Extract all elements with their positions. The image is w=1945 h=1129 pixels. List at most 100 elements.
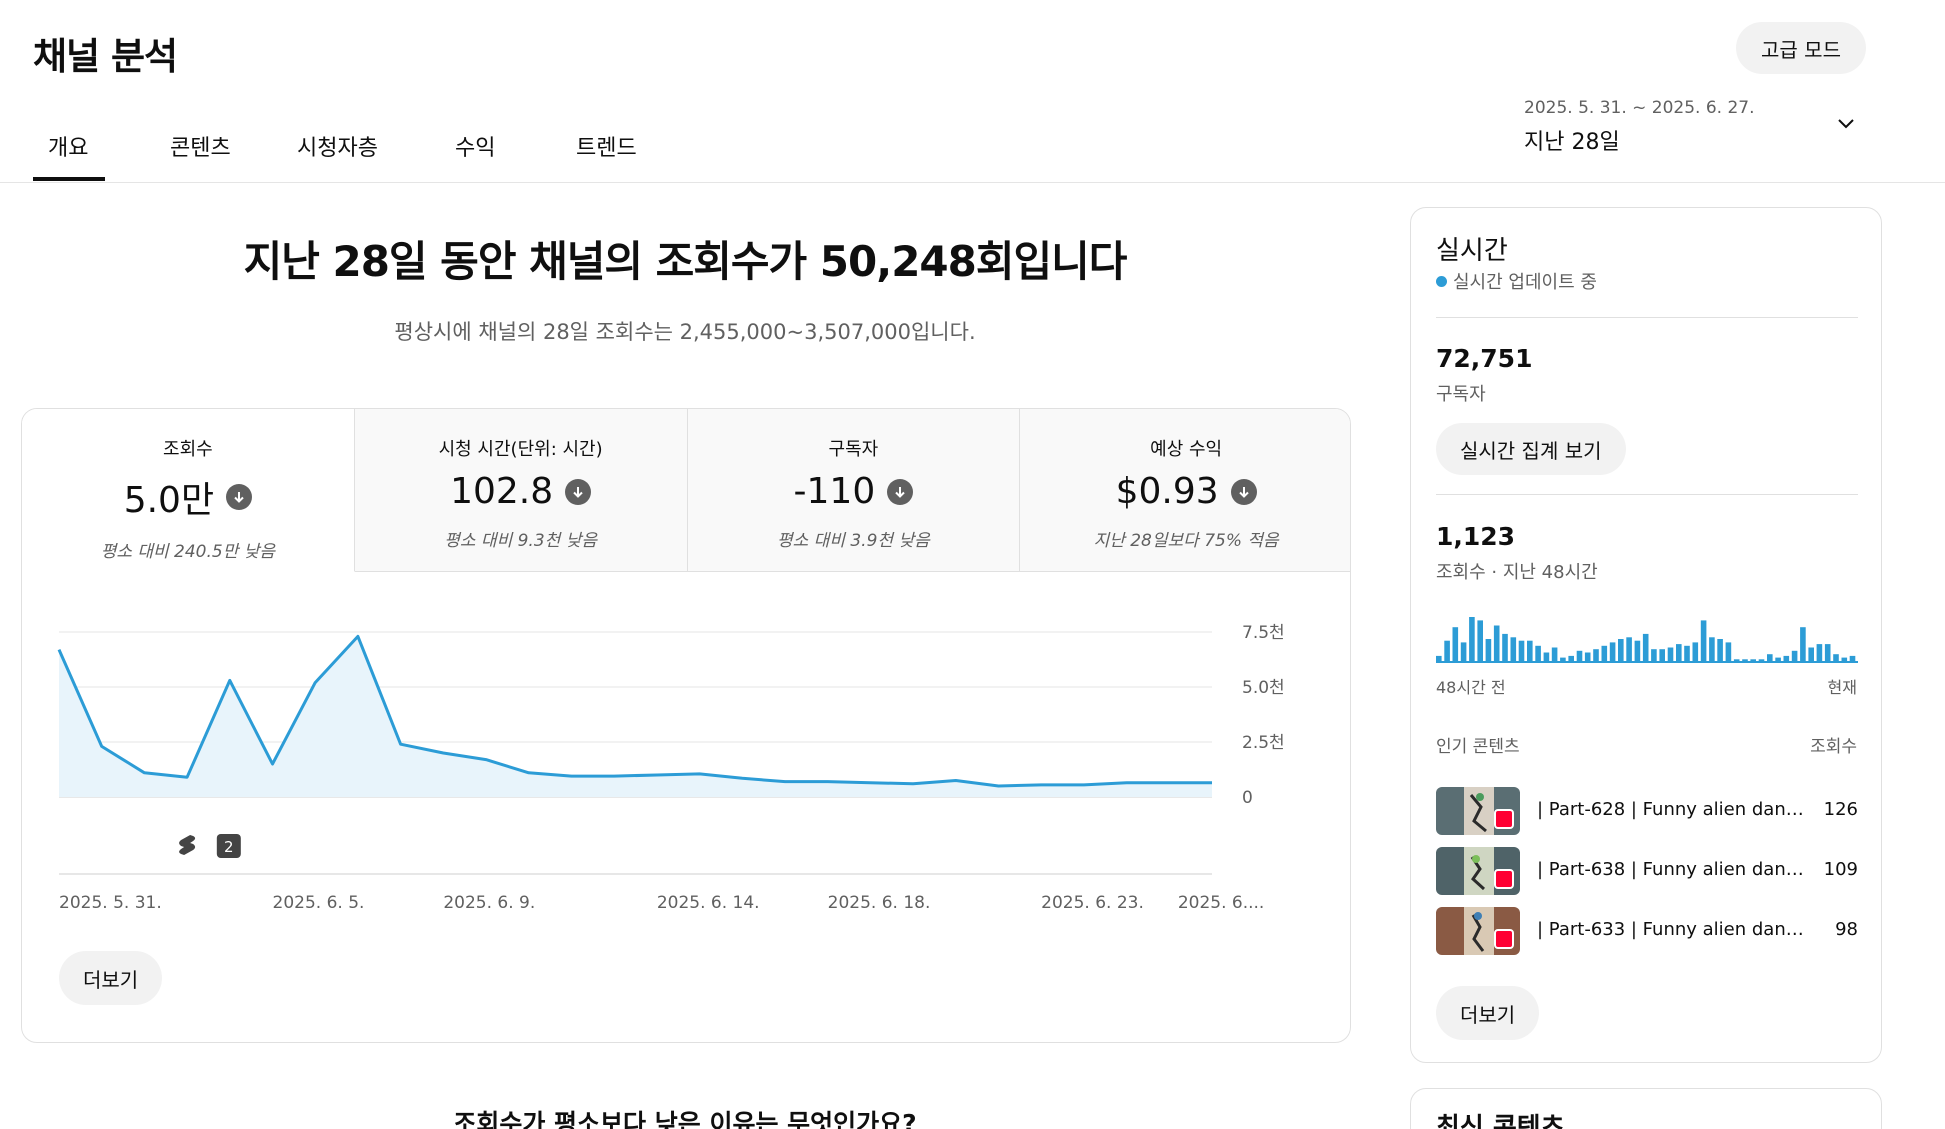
realtime-bar (1502, 633, 1508, 661)
realtime-bar (1551, 647, 1558, 661)
metric-views[interactable]: 조회수 5.0만 평소 대비 240.5만 낮음 (22, 409, 355, 572)
realtime-bar (1783, 655, 1790, 661)
shorts-icon (1494, 929, 1514, 949)
realtime-bar (1493, 625, 1500, 661)
header-divider (0, 182, 1945, 183)
realtime-bar (1709, 637, 1715, 661)
top-content-views: 109 (1823, 859, 1858, 880)
realtime-bar (1841, 657, 1848, 661)
top-content-title[interactable]: | Part-638 | Funny alien dance 👽 alien d… (1537, 859, 1807, 880)
realtime-bar (1485, 639, 1492, 661)
metric-note: 평소 대비 3.9천 낮음 (777, 531, 930, 551)
overview-card: 조회수 5.0만 평소 대비 240.5만 낮음 시청 시간(단위: 시간) 1… (21, 408, 1351, 1043)
tab-revenue[interactable]: 수익 (455, 130, 495, 162)
x-tick-label: 2025. 6.... (1178, 893, 1265, 913)
realtime-bar (1543, 652, 1550, 661)
video-thumbnail[interactable] (1436, 907, 1520, 955)
x-tick-label: 2025. 6. 5. (273, 893, 365, 913)
realtime-more-button[interactable]: 더보기 (1436, 986, 1540, 1040)
shorts-icon (179, 835, 196, 855)
realtime-bar (1775, 657, 1781, 661)
arrow-down-circle-icon (226, 484, 253, 510)
tab-audience[interactable]: 시청자층 (297, 130, 378, 162)
advanced-mode-button[interactable]: 고급 모드 (1736, 22, 1866, 74)
metric-label: 구독자 (828, 439, 879, 460)
views-column-label: 조회수 (1810, 737, 1857, 757)
views-chart[interactable]: 0 2.5천 5.0천 7.5천 2 2025. 5. 31. 2025. 6. 5. 202… (22, 572, 1351, 932)
y-tick-label: 0 (1242, 788, 1253, 808)
video-thumbnail[interactable] (1436, 847, 1520, 895)
subscriber-count: 72,751 (1436, 344, 1533, 373)
divider (1436, 494, 1858, 495)
x-tick-label: 2025. 5. 31. (59, 893, 162, 913)
live-count-button[interactable]: 실시간 집계 보기 (1436, 423, 1626, 475)
realtime-bar-chart[interactable] (1436, 613, 1858, 663)
realtime-bar (1667, 647, 1674, 661)
realtime-title: 실시간 (1436, 236, 1508, 266)
tab-content[interactable]: 콘텐츠 (170, 130, 231, 162)
realtime-bar (1758, 659, 1765, 661)
realtime-views-count: 1,123 (1436, 522, 1516, 551)
divider (1436, 317, 1858, 318)
realtime-bar (1444, 640, 1450, 661)
chevron-down-icon (1838, 119, 1854, 129)
realtime-bar (1535, 645, 1541, 661)
video-thumbnail[interactable] (1436, 787, 1520, 835)
realtime-bar (1601, 645, 1608, 661)
realtime-bar (1469, 617, 1475, 661)
y-tick-label: 7.5천 (1242, 623, 1285, 643)
realtime-bar (1742, 659, 1748, 661)
realtime-bar (1791, 650, 1798, 661)
realtime-bar (1651, 649, 1657, 661)
overview-more-button[interactable]: 더보기 (59, 951, 163, 1005)
metric-watch-time[interactable]: 시청 시간(단위: 시간) 102.8 평소 대비 9.3천 낮음 (354, 409, 688, 572)
top-content-item[interactable]: | Part-633 | Funny alien dance 👽 alien d… (1436, 907, 1858, 955)
realtime-bar (1436, 655, 1442, 661)
realtime-bar (1684, 645, 1690, 661)
live-dot-icon (1436, 275, 1447, 287)
arrow-down-circle-icon (565, 478, 592, 505)
x-tick-label: 2025. 6. 18. (828, 893, 931, 913)
realtime-bar (1576, 650, 1583, 661)
realtime-card: 실시간 실시간 업데이트 중 72,751 구독자 실시간 집계 보기 1,12… (1410, 207, 1882, 1063)
latest-content-title: 최신 콘텐츠 (1436, 1113, 1565, 1129)
section-question: 조회수가 평소보다 낮은 이유는 무엇인가요? (453, 1109, 917, 1129)
metric-label: 시청 시간(단위: 시간) (438, 439, 603, 460)
tab-overview[interactable]: 개요 (48, 130, 88, 162)
realtime-bar (1824, 644, 1831, 661)
metric-tabs: 조회수 5.0만 평소 대비 240.5만 낮음 시청 시간(단위: 시간) 1… (22, 409, 1350, 572)
top-content-item[interactable]: | Part-638 | Funny alien dance 👽 alien d… (1436, 847, 1858, 895)
realtime-bar (1510, 637, 1517, 661)
realtime-bar (1750, 659, 1756, 661)
top-content-item[interactable]: | Part-628 | Funny alien dance 👽 alien d… (1436, 787, 1858, 835)
date-range-selector[interactable]: 2025. 5. 31. ~ 2025. 6. 27. 지난 28일 (1524, 98, 1864, 158)
realtime-bar (1733, 659, 1740, 661)
date-range-text: 2025. 5. 31. ~ 2025. 6. 27. (1524, 98, 1755, 118)
realtime-bar (1725, 642, 1732, 661)
top-content-title[interactable]: | Part-628 | Funny alien dance 👽 alien d… (1537, 799, 1807, 820)
metric-value: 5.0만 (123, 480, 215, 521)
realtime-bar (1849, 655, 1856, 661)
summary-headline: 지난 28일 동안 채널의 조회수가 50,248회입니다 (243, 237, 1128, 286)
realtime-bar (1477, 620, 1483, 661)
top-content-views: 98 (1835, 919, 1858, 940)
series-area (59, 636, 1212, 797)
top-content-title[interactable]: | Part-633 | Funny alien dance 👽 alien d… (1537, 919, 1807, 940)
realtime-bar (1634, 640, 1641, 661)
tab-trends[interactable]: 트렌드 (576, 130, 637, 162)
realtime-bar (1659, 649, 1665, 661)
realtime-bar (1568, 655, 1574, 661)
realtime-bar (1527, 640, 1533, 661)
subscriber-label: 구독자 (1436, 384, 1486, 405)
metric-subscribers[interactable]: 구독자 -110 평소 대비 3.9천 낮음 (687, 409, 1021, 572)
realtime-bar (1560, 657, 1566, 661)
x-tick-label: 2025. 6. 14. (657, 893, 760, 913)
realtime-bar (1700, 620, 1707, 661)
metric-note: 지난 28일보다 75% 적음 (1093, 531, 1279, 551)
arrow-down-circle-icon (1230, 478, 1257, 505)
x-tick-label: 2025. 6. 23. (1041, 893, 1144, 913)
realtime-bar (1692, 642, 1699, 661)
latest-content-card: 최신 콘텐츠 (1410, 1088, 1882, 1129)
realtime-bar (1584, 652, 1591, 661)
metric-revenue[interactable]: 예상 수익 $0.93 지난 28일보다 75% 적음 (1020, 409, 1350, 572)
